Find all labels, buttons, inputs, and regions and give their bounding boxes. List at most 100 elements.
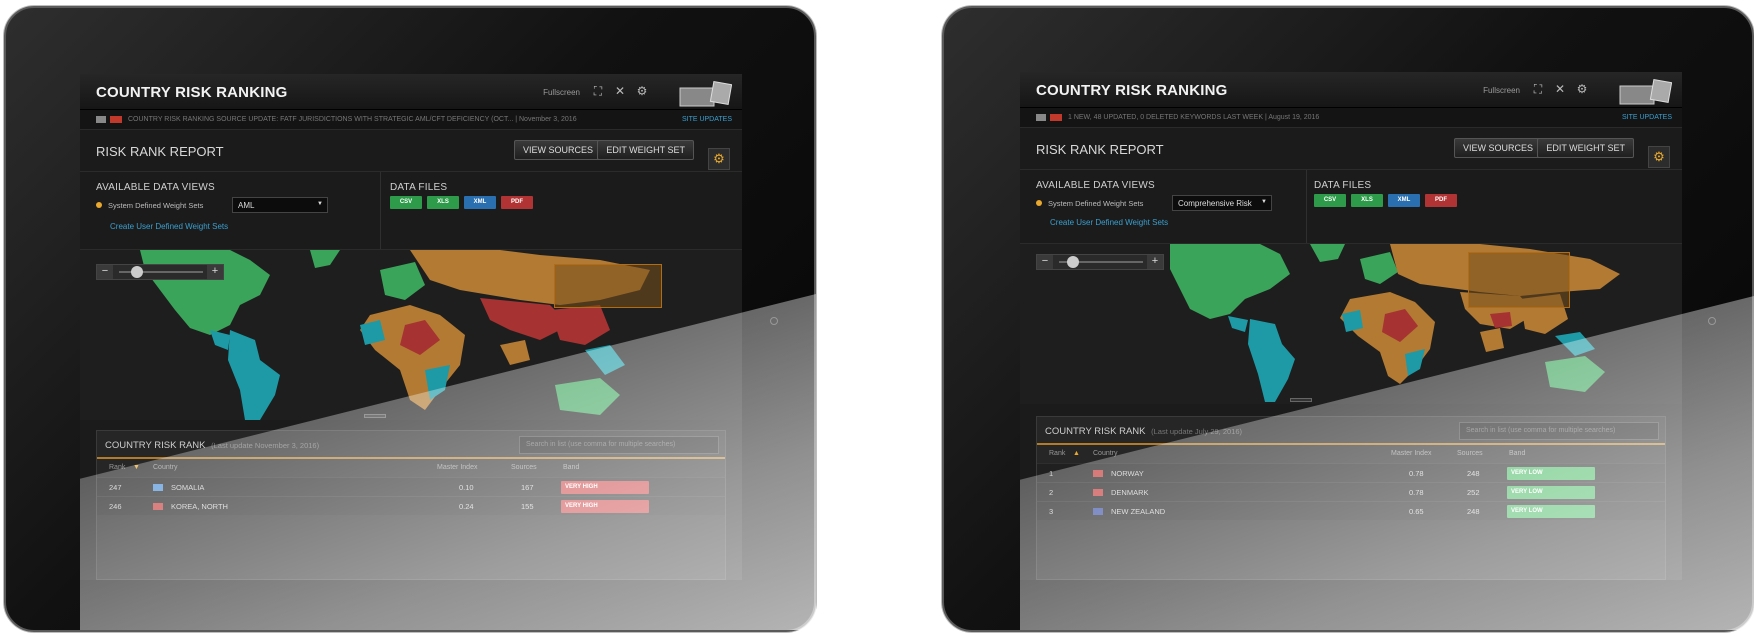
zoom-out-button[interactable]: − [1037,255,1053,269]
device-logo-icon [1619,79,1672,105]
row-master-index: 0.65 [1409,507,1424,516]
xls-download-button[interactable]: XLS [427,196,459,209]
col-country[interactable]: Country [1093,450,1118,457]
site-updates-link[interactable]: SITE UPDATES [1622,114,1672,121]
data-files-heading: DATA FILES [1314,180,1372,191]
row-rank: 2 [1049,488,1054,497]
fullscreen-label: Fullscreen [543,88,580,97]
map-resize-handle[interactable] [1290,398,1312,402]
world-map[interactable]: − + [1020,244,1682,404]
col-country[interactable]: Country [153,464,178,471]
gear-icon[interactable]: ⚙ [708,148,730,170]
country-risk-rank-panel: COUNTRY RISK RANK (Last update November … [96,430,726,580]
create-weight-set-link[interactable]: Create User Defined Weight Sets [1050,218,1168,227]
minimap[interactable] [1468,252,1570,308]
report-bar: RISK RANK REPORT VIEW SOURCES EDIT WEIGH… [1020,128,1682,170]
col-sources[interactable]: Sources [1457,450,1483,457]
gear-icon[interactable]: ⚙ [1648,146,1670,168]
zoom-in-button[interactable]: + [1147,255,1163,269]
row-sources: 252 [1467,488,1480,497]
pdf-download-button[interactable]: PDF [1425,194,1457,207]
create-weight-set-link[interactable]: Create User Defined Weight Sets [110,222,228,231]
row-country: SOMALIA [171,483,205,492]
tools-icon[interactable]: ✕ [1552,81,1568,97]
row-country: NORWAY [1111,469,1144,478]
zoom-in-button[interactable]: + [207,265,223,279]
col-sources[interactable]: Sources [511,464,537,471]
zoom-slider-handle[interactable] [1067,256,1079,268]
view-sources-button[interactable]: VIEW SOURCES [513,140,602,160]
xml-download-button[interactable]: XML [464,196,496,209]
divider [1306,170,1307,243]
flag-icon [1093,470,1103,477]
settings-icon[interactable]: ⚙ [1574,81,1590,97]
settings-icon[interactable]: ⚙ [634,83,650,99]
row-sources: 248 [1467,469,1480,478]
csv-download-button[interactable]: CSV [390,196,422,209]
sort-asc-icon[interactable]: ▲ [1073,450,1080,457]
site-updates-link[interactable]: SITE UPDATES [682,116,732,123]
band-badge: VERY LOW [1507,486,1595,499]
app-screen: COUNTRY RISK RANKING Fullscreen ⛶ ✕ ⚙ 1 … [1020,72,1682,580]
table-row[interactable]: 2 DENMARK 0.78 252 VERY LOW [1037,482,1665,501]
xls-download-button[interactable]: XLS [1351,194,1383,207]
ticker-text[interactable]: 1 NEW, 48 UPDATED, 0 DELETED KEYWORDS LA… [1068,114,1319,121]
available-views-heading: AVAILABLE DATA VIEWS [1036,180,1155,191]
updates-ticker: COUNTRY RISK RANKING SOURCE UPDATE: FATF… [80,110,742,130]
tools-icon[interactable]: ✕ [612,83,628,99]
rank-title: COUNTRY RISK RANK (Last update July 29, … [1045,426,1242,437]
row-master-index: 0.78 [1409,469,1424,478]
fullscreen-icon[interactable]: ⛶ [1530,81,1546,97]
weight-set-select[interactable]: Comprehensive Risk ▼ [1172,195,1272,211]
fullscreen-icon[interactable]: ⛶ [590,83,606,99]
tablet-right: COUNTRY RISK RANKING Fullscreen ⛶ ✕ ⚙ 1 … [942,6,1754,632]
col-rank[interactable]: Rank [1049,450,1065,457]
new-badge [110,116,122,123]
col-band[interactable]: Band [563,464,579,471]
ticker-text[interactable]: COUNTRY RISK RANKING SOURCE UPDATE: FATF… [128,116,577,123]
col-master-index[interactable]: Master Index [1391,450,1431,457]
row-master-index: 0.78 [1409,488,1424,497]
camera-dot [1708,317,1716,325]
table-row[interactable]: 246 KOREA, NORTH 0.24 155 VERY HIGH [97,496,725,515]
view-sources-button[interactable]: VIEW SOURCES [1453,138,1542,158]
new-badge [1050,114,1062,121]
updates-ticker: 1 NEW, 48 UPDATED, 0 DELETED KEYWORDS LA… [1020,108,1682,128]
xml-download-button[interactable]: XML [1388,194,1420,207]
minimap[interactable] [554,264,662,308]
rank-search-input[interactable]: Search in list (use comma for multiple s… [1459,422,1659,440]
row-sources: 167 [521,483,534,492]
col-band[interactable]: Band [1509,450,1525,457]
rank-search-input[interactable]: Search in list (use comma for multiple s… [519,436,719,454]
edit-weight-set-button[interactable]: EDIT WEIGHT SET [1537,138,1634,158]
col-master-index[interactable]: Master Index [437,464,477,471]
weight-set-select[interactable]: AML ▼ [232,197,328,213]
table-header: Rank ▼ Country Master Index Sources Band [97,459,725,477]
table-row[interactable]: 1 NORWAY 0.78 248 VERY LOW [1037,463,1665,482]
report-title: RISK RANK REPORT [96,144,224,159]
sort-desc-icon[interactable]: ▼ [133,464,140,471]
bullet-icon [1036,200,1042,206]
flag-icon [153,503,163,510]
map-zoom-control: − + [1036,254,1164,270]
band-badge: VERY LOW [1507,505,1595,518]
app-header: COUNTRY RISK RANKING Fullscreen ⛶ ✕ ⚙ [80,74,742,110]
report-title: RISK RANK REPORT [1036,142,1164,157]
table-row[interactable]: 3 NEW ZEALAND 0.65 248 VERY LOW [1037,501,1665,520]
zoom-out-button[interactable]: − [97,265,113,279]
map-resize-handle[interactable] [364,414,386,418]
pdf-download-button[interactable]: PDF [501,196,533,209]
tablet-left: COUNTRY RISK RANKING Fullscreen ⛶ ✕ ⚙ CO… [4,6,816,632]
world-map[interactable]: − + [80,250,742,420]
flag-icon [96,116,106,123]
zoom-slider-handle[interactable] [131,266,143,278]
col-rank[interactable]: Rank [109,464,125,471]
table-row[interactable]: 247 SOMALIA 0.10 167 VERY HIGH [97,477,725,496]
flag-icon [153,484,163,491]
csv-download-button[interactable]: CSV [1314,194,1346,207]
bullet-icon [96,202,102,208]
rank-panel-header: COUNTRY RISK RANK (Last update November … [97,431,725,459]
app-header: COUNTRY RISK RANKING Fullscreen ⛶ ✕ ⚙ [1020,72,1682,108]
chevron-down-icon: ▼ [317,201,323,207]
edit-weight-set-button[interactable]: EDIT WEIGHT SET [597,140,694,160]
